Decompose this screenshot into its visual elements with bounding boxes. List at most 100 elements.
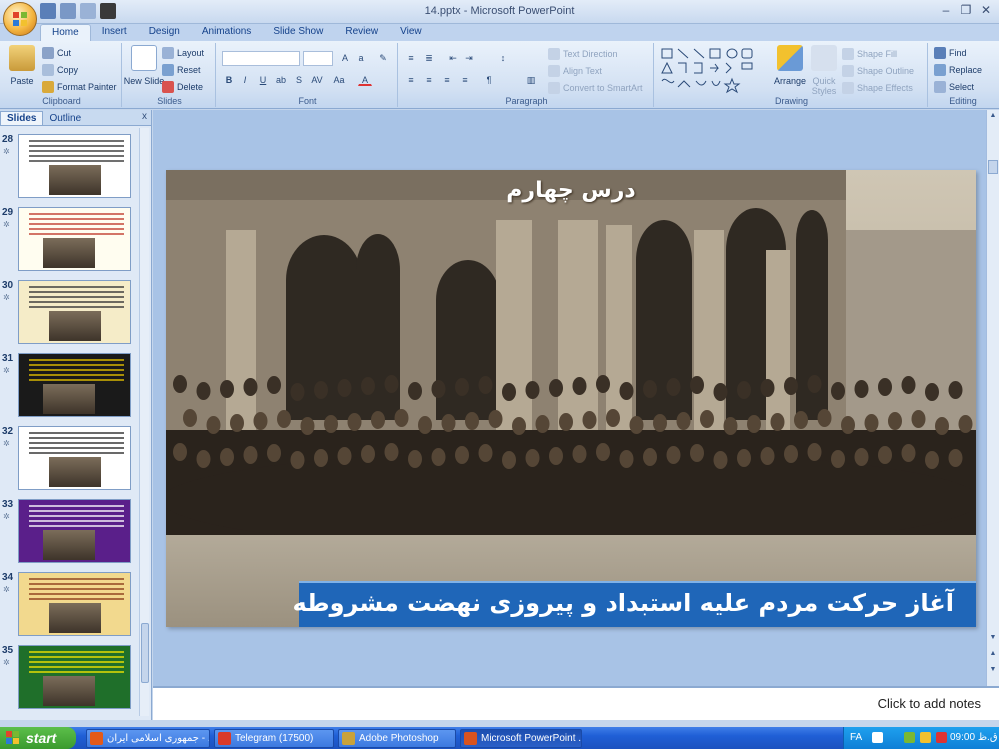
tab-insert[interactable]: Insert — [91, 24, 138, 41]
cut-button[interactable]: Cut — [42, 47, 71, 59]
slide-thumbnail[interactable] — [18, 353, 131, 417]
panel-close-icon[interactable]: x — [142, 111, 147, 122]
close-button[interactable]: ✕ — [979, 3, 993, 17]
taskbar-item[interactable]: جمهوری اسلامی ایران - ... — [86, 729, 210, 748]
panel-scrollbar[interactable] — [139, 128, 149, 716]
shrink-font-icon[interactable]: a — [354, 51, 368, 64]
lesson-heading[interactable]: درس چهارم — [166, 178, 976, 203]
shape-fill-button[interactable]: Shape Fill — [842, 48, 897, 60]
slide-thumbnail[interactable] — [18, 499, 131, 563]
bullets-icon[interactable]: ≡ — [404, 51, 418, 64]
slide-thumbnail-row[interactable]: 35 ✲ — [0, 645, 140, 711]
scroll-down-icon[interactable]: ▼ — [988, 634, 998, 644]
line-spacing-icon[interactable]: ↕ — [496, 51, 510, 64]
align-center-icon[interactable]: ≡ — [422, 73, 436, 86]
shadow-icon[interactable]: S — [292, 73, 306, 86]
slide-thumbnail-row[interactable]: 29 ✲ — [0, 207, 140, 273]
tab-slide-show[interactable]: Slide Show — [262, 24, 334, 41]
shape-outline-button[interactable]: Shape Outline — [842, 65, 914, 77]
columns-icon[interactable]: ▥ — [524, 73, 538, 86]
italic-icon[interactable]: I — [238, 73, 252, 86]
tab-slides[interactable]: Slides — [0, 111, 44, 125]
convert-smartart-button[interactable]: Convert to SmartArt — [548, 82, 643, 94]
volume-icon[interactable] — [920, 732, 931, 743]
person-head — [807, 375, 822, 393]
font-size-combo[interactable] — [303, 51, 333, 66]
font-color-icon[interactable]: A — [358, 73, 372, 86]
shape-effects-button[interactable]: Shape Effects — [842, 82, 913, 94]
align-text-button[interactable]: Align Text — [548, 65, 602, 77]
title-banner[interactable]: آغاز حرکت مردم علیه استبداد و پیروزی نهض… — [292, 581, 976, 627]
reset-button[interactable]: Reset — [162, 64, 201, 76]
tab-view[interactable]: View — [389, 24, 433, 41]
help-icon[interactable] — [872, 732, 883, 743]
slide-scrollbar[interactable]: ▲ ▼ ▲ ▼ — [986, 110, 999, 686]
spacing-icon[interactable]: AV — [310, 73, 324, 86]
slide-thumbnail[interactable] — [18, 572, 131, 636]
slide-thumbnail-row[interactable]: 30 ✲ — [0, 280, 140, 346]
slide-thumbnail-row[interactable]: 31 ✲ — [0, 353, 140, 419]
replace-button[interactable]: Replace — [934, 64, 982, 76]
antivirus-icon[interactable] — [936, 732, 947, 743]
slide-thumbnail[interactable] — [18, 134, 131, 198]
person-head — [535, 415, 550, 433]
shapes-gallery-icon[interactable] — [660, 47, 764, 95]
arrange-button[interactable]: Arrange — [772, 45, 808, 86]
prev-slide-icon[interactable]: ▲ — [988, 650, 998, 660]
notes-placeholder[interactable]: Click to add notes — [878, 696, 981, 711]
decrease-indent-icon[interactable]: ⇤ — [446, 51, 460, 64]
notes-pane[interactable]: Click to add notes — [153, 686, 999, 720]
start-button[interactable]: start — [0, 727, 76, 749]
numbering-icon[interactable]: ≣ — [422, 51, 436, 64]
slide-thumbnail[interactable] — [18, 280, 131, 344]
grow-font-icon[interactable]: A — [338, 51, 352, 64]
taskbar-item[interactable]: Microsoft PowerPoint ... — [460, 729, 582, 748]
layout-button[interactable]: Layout — [162, 47, 204, 59]
effects-icon — [842, 82, 854, 94]
bold-icon[interactable]: B — [222, 73, 236, 86]
current-slide[interactable]: درس چهارم آغاز حرکت مردم علیه استبداد و … — [166, 170, 976, 627]
new-slide-button[interactable]: New Slide — [124, 45, 164, 86]
format-painter-button[interactable]: Format Painter — [42, 81, 117, 93]
paste-button[interactable]: Paste — [6, 45, 38, 86]
strikethrough-icon[interactable]: ab — [274, 73, 288, 86]
slide-thumbnail[interactable] — [18, 207, 131, 271]
copy-button[interactable]: Copy — [42, 64, 78, 76]
slide-thumbnail[interactable] — [18, 426, 131, 490]
minimize-button[interactable]: – — [939, 3, 953, 17]
slide-thumbnail[interactable] — [18, 645, 131, 709]
next-slide-icon[interactable]: ▼ — [988, 666, 998, 676]
tab-home[interactable]: Home — [40, 24, 91, 41]
slide-thumbnail-row[interactable]: 32 ✲ — [0, 426, 140, 492]
scroll-thumb[interactable] — [988, 160, 998, 174]
rtl-icon[interactable]: ¶ — [482, 73, 496, 86]
text-direction-button[interactable]: Text Direction — [548, 48, 618, 60]
tab-outline[interactable]: Outline — [43, 112, 87, 125]
language-indicator[interactable]: FA — [850, 732, 862, 743]
office-button[interactable] — [3, 2, 37, 36]
taskbar-item[interactable]: Telegram (17500) — [214, 729, 334, 748]
change-case-icon[interactable]: Aa — [332, 73, 346, 86]
scroll-up-icon[interactable]: ▲ — [988, 112, 998, 122]
align-left-icon[interactable]: ≡ — [404, 73, 418, 86]
panel-scroll-thumb[interactable] — [141, 623, 149, 683]
slide-thumbnail-row[interactable]: 34 ✲ — [0, 572, 140, 638]
taskbar-item[interactable]: Adobe Photoshop — [338, 729, 456, 748]
justify-icon[interactable]: ≡ — [458, 73, 472, 86]
delete-button[interactable]: Delete — [162, 81, 203, 93]
underline-icon[interactable]: U — [256, 73, 270, 86]
align-right-icon[interactable]: ≡ — [440, 73, 454, 86]
restore-button[interactable]: ❐ — [959, 3, 973, 17]
slide-thumbnail-row[interactable]: 28 ✲ — [0, 134, 140, 200]
tab-animations[interactable]: Animations — [191, 24, 262, 41]
quick-styles-button[interactable]: Quick Styles — [806, 45, 842, 96]
slide-thumbnail-row[interactable]: 33 ✲ — [0, 499, 140, 565]
increase-indent-icon[interactable]: ⇥ — [462, 51, 476, 64]
find-button[interactable]: Find — [934, 47, 967, 59]
font-name-combo[interactable] — [222, 51, 300, 66]
tab-design[interactable]: Design — [138, 24, 191, 41]
select-button[interactable]: Select — [934, 81, 974, 93]
tab-review[interactable]: Review — [334, 24, 389, 41]
clear-format-icon[interactable]: ✎ — [376, 51, 390, 64]
network-icon[interactable] — [904, 732, 915, 743]
